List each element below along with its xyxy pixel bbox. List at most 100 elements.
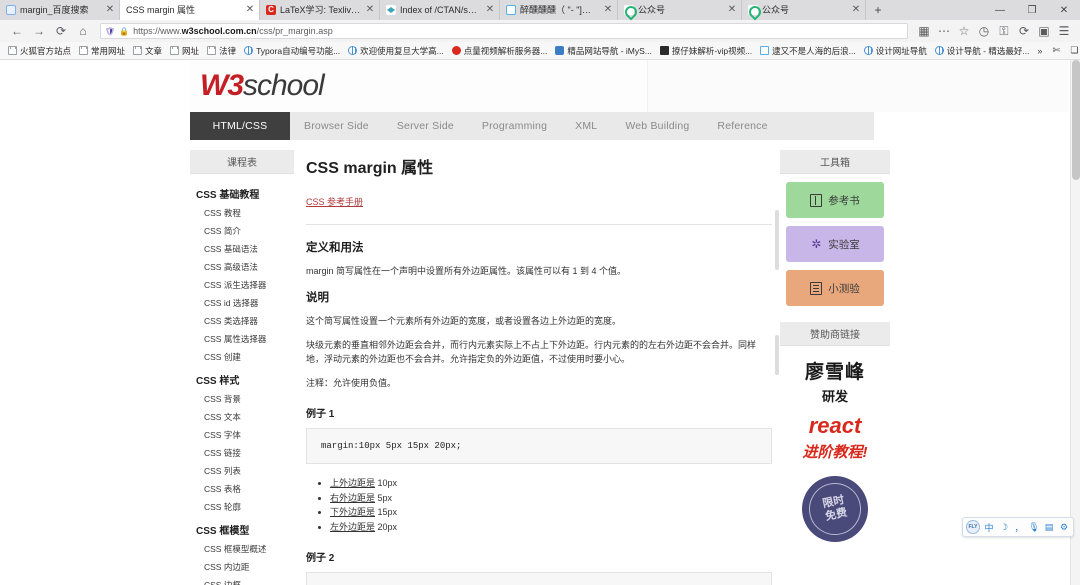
main-content: CSS margin 属性 CSS 参考手册 定义和用法 margin 简写属性… xyxy=(294,140,774,585)
reference-book-button[interactable]: 参考书 xyxy=(786,182,884,218)
sidebar-item-css-border[interactable]: CSS 边框 xyxy=(190,576,294,585)
tab-programming[interactable]: Programming xyxy=(468,112,561,140)
browser-tab[interactable]: Index of /CTAN/systems/te ✕ xyxy=(380,0,500,20)
sidebar-item-css-attribute-selector[interactable]: CSS 属性选择器 xyxy=(190,330,294,348)
history-icon[interactable]: ◷ xyxy=(974,21,994,41)
forward-button[interactable]: → xyxy=(28,21,50,41)
ime-logo-icon[interactable]: FLY xyxy=(966,520,980,534)
maximize-button[interactable]: ❐ xyxy=(1016,0,1048,20)
sidebar-item-css-box-model-overview[interactable]: CSS 框模型概述 xyxy=(190,540,294,558)
tab-reference[interactable]: Reference xyxy=(703,112,781,140)
css-reference-link[interactable]: CSS 参考手册 xyxy=(306,197,363,207)
bookmark-item[interactable]: 点量视频解析服务器... xyxy=(448,43,552,59)
sidebar-item-css-intro[interactable]: CSS 简介 xyxy=(190,222,294,240)
quiz-button[interactable]: 小测验 xyxy=(786,270,884,306)
dark-icon xyxy=(659,46,669,55)
tab-close-button[interactable]: ✕ xyxy=(365,0,375,20)
address-bar[interactable]: 🛡 🔒 https://www.w3school.com.cn/css/pr_m… xyxy=(100,23,908,39)
bookmark-item[interactable]: 设计网址导航 xyxy=(860,43,931,59)
bookmark-item[interactable]: 常用网址 xyxy=(75,43,129,59)
page-scrollbar[interactable] xyxy=(1070,60,1080,585)
bookmark-item[interactable]: 精品网站导航 - iMyS... xyxy=(551,43,656,59)
sidebar-item-css-font[interactable]: CSS 字体 xyxy=(190,426,294,444)
bookmark-item[interactable]: 欢迎使用复旦大学高... xyxy=(344,43,448,59)
sponsor-ad[interactable]: 廖雪峰 研发 react 进阶教程! 限时 免费 xyxy=(780,362,890,542)
browser-tab[interactable]: 公众号 ✕ xyxy=(742,0,866,20)
browser-tab[interactable]: margin_百度搜索 ✕ xyxy=(0,0,120,20)
copy-icon[interactable]: ❏ xyxy=(1066,43,1080,59)
scissors-icon[interactable]: ✄ xyxy=(1048,43,1064,59)
punctuation-icon[interactable]: ， xyxy=(1013,520,1025,534)
account-icon[interactable]: ▣ xyxy=(1034,21,1054,41)
tab-browser-side[interactable]: Browser Side xyxy=(290,112,383,140)
moon-icon[interactable]: ☽ xyxy=(998,520,1010,534)
sidebar-item-css-list[interactable]: CSS 列表 xyxy=(190,462,294,480)
tab-close-button[interactable]: ✕ xyxy=(603,0,613,20)
bookmark-item[interactable]: 文章 xyxy=(129,43,166,59)
sidebar-item-css-class-selector[interactable]: CSS 类选择器 xyxy=(190,312,294,330)
browser-tab-active[interactable]: CSS margin 属性 ✕ xyxy=(120,0,260,20)
bookmark-item[interactable]: 撩仔妹解析-vip视频... xyxy=(656,43,756,59)
extension-icon[interactable]: ⚿ xyxy=(994,21,1014,41)
bookmarks-overflow-button[interactable]: » xyxy=(1033,46,1046,56)
bookmark-item[interactable]: Typora自动编号功能... xyxy=(240,43,344,59)
home-button[interactable]: ⌂ xyxy=(72,21,94,41)
sync-icon[interactable]: ⟳ xyxy=(1014,21,1034,41)
tab-server-side[interactable]: Server Side xyxy=(383,112,468,140)
bookmark-item[interactable]: 法律 xyxy=(203,43,240,59)
keyboard-icon[interactable]: ▤ xyxy=(1043,520,1055,534)
content-scrollbar-thumb-lower[interactable] xyxy=(775,335,779,375)
browser-tab[interactable]: 醉醺醺醺（ "- "]つロ 干杯~ ✕ xyxy=(500,0,618,20)
sidebar-item-css-tutorial[interactable]: CSS 教程 xyxy=(190,204,294,222)
settings-icon[interactable]: ⚙ xyxy=(1058,520,1070,534)
back-button[interactable]: ← xyxy=(6,21,28,41)
microphone-icon[interactable]: 🎙 xyxy=(1028,520,1040,534)
sidebar-item-css-advanced-syntax[interactable]: CSS 高级语法 xyxy=(190,258,294,276)
menu-icon[interactable]: ☰ xyxy=(1054,21,1074,41)
tab-close-button[interactable]: ✕ xyxy=(105,0,115,20)
new-tab-button[interactable]: + xyxy=(866,0,890,20)
bookmark-star-icon[interactable]: ☆ xyxy=(954,21,974,41)
sidebar-item-css-background[interactable]: CSS 背景 xyxy=(190,390,294,408)
bookmark-item[interactable]: 设计导航 - 精选最好... xyxy=(931,43,1034,59)
ime-floating-toolbar[interactable]: FLY 中 ☽ ， 🎙 ▤ ⚙ xyxy=(962,517,1074,537)
sidebar-item-css-padding[interactable]: CSS 内边距 xyxy=(190,558,294,576)
reader-icon[interactable]: ▦ xyxy=(914,21,934,41)
w3school-logo[interactable]: W3school xyxy=(200,69,325,103)
page-scrollbar-thumb[interactable] xyxy=(1072,60,1080,180)
close-window-button[interactable]: ✕ xyxy=(1048,0,1080,20)
sidebar-item-css-descendant-selector[interactable]: CSS 派生选择器 xyxy=(190,276,294,294)
bookmark-item[interactable]: 火狐官方站点 xyxy=(4,43,75,59)
red-dot-icon xyxy=(451,46,461,55)
sidebar-item-css-table[interactable]: CSS 表格 xyxy=(190,480,294,498)
more-icon[interactable]: ⋯ xyxy=(934,21,954,41)
reload-button[interactable]: ⟳ xyxy=(50,21,72,41)
sidebar-item-css-outline[interactable]: CSS 轮廓 xyxy=(190,498,294,516)
navigation-bar: ← → ⟳ ⌂ 🛡 🔒 https://www.w3school.com.cn/… xyxy=(0,20,1080,42)
section-paragraph: 块级元素的垂直相邻外边距会合并，而行内元素实际上不占上下外边距。行内元素的的左右… xyxy=(306,339,757,364)
minimize-button[interactable]: — xyxy=(984,0,1016,20)
tab-close-button[interactable]: ✕ xyxy=(851,0,861,20)
tab-close-button[interactable]: ✕ xyxy=(485,0,495,20)
tab-strip: margin_百度搜索 ✕ CSS margin 属性 ✕ C LaTeX学习:… xyxy=(0,0,1080,20)
bookmark-item[interactable]: 网址 xyxy=(166,43,203,59)
content-scrollbar-thumb-upper[interactable] xyxy=(775,210,779,270)
shield-icon[interactable]: 🛡 xyxy=(105,27,115,36)
lab-button[interactable]: ✲ 实验室 xyxy=(786,226,884,262)
sidebar-item-css-text[interactable]: CSS 文本 xyxy=(190,408,294,426)
browser-tab[interactable]: C LaTeX学习: Texlive 2019和T ✕ xyxy=(260,0,380,20)
tab-close-button[interactable]: ✕ xyxy=(727,0,737,20)
browser-tab[interactable]: 公众号 ✕ xyxy=(618,0,742,20)
chinese-mode-icon[interactable]: 中 xyxy=(983,520,995,534)
sidebar-item-css-basic-syntax[interactable]: CSS 基础语法 xyxy=(190,240,294,258)
lock-icon[interactable]: 🔒 xyxy=(119,27,129,36)
bullet-label: 下外边距是 xyxy=(330,507,376,518)
bookmark-item[interactable]: 逮又不是人海的后浪... xyxy=(756,43,860,59)
tab-html-css[interactable]: HTML/CSS xyxy=(190,112,290,140)
sidebar-item-css-create[interactable]: CSS 创建 xyxy=(190,348,294,366)
sidebar-item-css-link[interactable]: CSS 链接 xyxy=(190,444,294,462)
tab-xml[interactable]: XML xyxy=(561,112,611,140)
sidebar-item-css-id-selector[interactable]: CSS id 选择器 xyxy=(190,294,294,312)
tab-close-button[interactable]: ✕ xyxy=(245,0,255,20)
tab-web-building[interactable]: Web Building xyxy=(611,112,703,140)
